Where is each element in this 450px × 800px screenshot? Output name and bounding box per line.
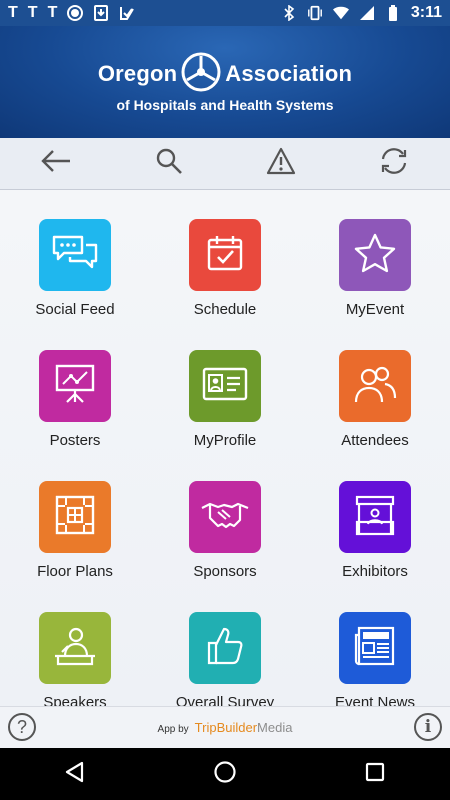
wifi-icon: [332, 5, 349, 21]
recents-square-icon: [365, 762, 385, 787]
tile-posters[interactable]: Posters: [0, 321, 150, 452]
feature-grid: Social Feed Schedule MyEvent Posters MyP…: [0, 190, 450, 706]
booth-icon: [353, 494, 397, 541]
app-footer: ? App by TripBuilderMedia i: [0, 706, 450, 748]
tile-attendees[interactable]: Attendees: [300, 321, 450, 452]
nav-home-button[interactable]: [195, 748, 255, 800]
tile-label: Posters: [49, 432, 101, 449]
logo-word-oregon: Oregon: [97, 61, 178, 86]
tile-label: Sponsors: [193, 563, 257, 580]
back-triangle-icon: [64, 761, 86, 788]
tile-label: MyProfile: [193, 432, 257, 449]
app-by-label: App by: [157, 724, 189, 735]
presentation-board-icon: [53, 362, 97, 411]
tile-icon-box: [39, 612, 111, 684]
notification-t-icon: T: [47, 4, 58, 21]
back-arrow-icon: [40, 149, 72, 178]
tile-overall-survey[interactable]: Overall Survey: [150, 583, 300, 706]
bluetooth-icon: [281, 5, 297, 21]
tile-label: Exhibitors: [342, 563, 408, 580]
tile-icon-box: [339, 481, 411, 553]
tile-label: Floor Plans: [37, 563, 113, 580]
info-button[interactable]: i: [414, 713, 442, 741]
clock: 3:11: [410, 4, 442, 21]
tile-event-news[interactable]: Event News: [300, 583, 450, 706]
tile-icon-box: [339, 612, 411, 684]
check-icon: [119, 5, 135, 21]
tile-icon-box: [189, 219, 261, 291]
tile-floor-plans[interactable]: Floor Plans: [0, 452, 150, 583]
floor-plan-icon: [54, 494, 96, 541]
tile-label: Event News: [334, 694, 416, 706]
tile-icon-box: [189, 350, 261, 422]
app-header: Oregon Association of Hospitals and Heal…: [0, 26, 450, 138]
star-icon: [353, 232, 397, 279]
search-icon: [155, 147, 183, 180]
tile-label: Attendees: [341, 432, 409, 449]
logo-subtitle: of Hospitals and Health Systems: [116, 96, 334, 113]
battery-icon: [385, 5, 401, 21]
refresh-button[interactable]: [369, 144, 419, 184]
tile-label: Overall Survey: [175, 694, 275, 706]
tile-icon-box: [189, 612, 261, 684]
chat-bubbles-icon: [51, 233, 99, 278]
help-icon: ?: [16, 716, 27, 737]
tile-sponsors[interactable]: Sponsors: [150, 452, 300, 583]
toolbar: [0, 138, 450, 190]
calendar-check-icon: [205, 233, 245, 278]
people-icon: [352, 364, 398, 409]
logo-emblem-icon: [181, 52, 221, 97]
tile-label: Speakers: [43, 694, 107, 706]
tile-myevent[interactable]: MyEvent: [300, 190, 450, 321]
tile-myprofile[interactable]: MyProfile: [150, 321, 300, 452]
help-button[interactable]: ?: [8, 713, 36, 741]
tile-label: MyEvent: [345, 301, 405, 318]
tile-icon-box: [39, 350, 111, 422]
oahhs-logo: Oregon Association of Hospitals and Heal…: [98, 52, 352, 113]
logo-word-association: Association: [225, 61, 353, 86]
notification-t-icon: T: [27, 4, 38, 21]
record-icon: [67, 5, 84, 21]
alert-icon: [266, 147, 296, 180]
tile-icon-box: [339, 219, 411, 291]
tile-social-feed[interactable]: Social Feed: [0, 190, 150, 321]
newspaper-icon: [353, 625, 397, 672]
vibrate-icon: [307, 5, 323, 21]
tile-icon-box: [189, 481, 261, 553]
signal-icon: [359, 5, 375, 21]
tile-label: Social Feed: [35, 301, 115, 318]
nav-back-button[interactable]: [45, 748, 105, 800]
home-circle-icon: [213, 760, 237, 789]
tile-icon-box: [39, 219, 111, 291]
tile-icon-box: [339, 350, 411, 422]
tripbuilder-logo: TripBuilderMedia: [194, 720, 293, 735]
tile-exhibitors[interactable]: Exhibitors: [300, 452, 450, 583]
nav-recents-button[interactable]: [345, 748, 405, 800]
status-bar: T T T 3:11: [0, 0, 450, 26]
handshake-icon: [200, 500, 250, 535]
download-icon: [93, 5, 109, 21]
speaker-podium-icon: [52, 624, 98, 673]
status-right: 3:11: [281, 4, 442, 22]
powered-by: App by TripBuilderMedia: [158, 720, 293, 735]
id-card-icon: [202, 367, 248, 406]
tile-icon-box: [39, 481, 111, 553]
tile-schedule[interactable]: Schedule: [150, 190, 300, 321]
thumbs-up-icon: [205, 625, 245, 672]
back-button[interactable]: [31, 144, 81, 184]
tile-label: Schedule: [193, 301, 257, 318]
tile-speakers[interactable]: Speakers: [0, 583, 150, 706]
refresh-icon: [378, 147, 410, 180]
alerts-button[interactable]: [256, 144, 306, 184]
status-left: T T T: [8, 4, 135, 22]
info-icon: i: [424, 717, 432, 737]
notification-t-icon: T: [8, 4, 18, 21]
search-button[interactable]: [144, 144, 194, 184]
system-nav-bar: [0, 748, 450, 800]
